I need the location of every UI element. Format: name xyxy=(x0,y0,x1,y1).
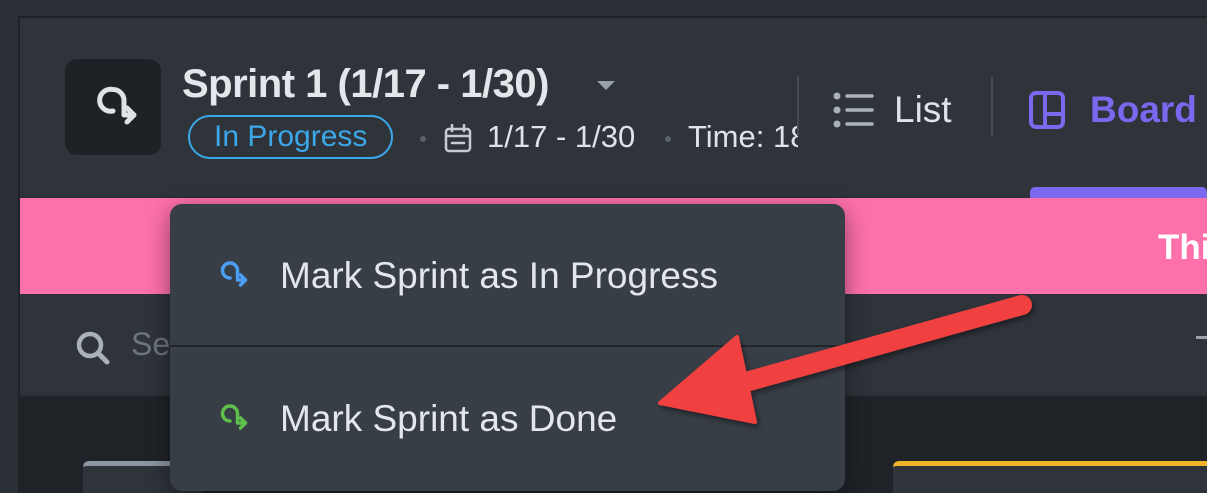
app-window: Sprint 1 (1/17 - 1/30) In Progress 1/17 … xyxy=(0,0,1207,493)
status-badge[interactable]: In Progress xyxy=(188,115,394,159)
chevron-down-icon[interactable] xyxy=(597,81,615,90)
view-tabs-divider xyxy=(991,76,993,136)
search-icon xyxy=(76,331,110,365)
top-bar xyxy=(0,0,1207,18)
calendar-icon xyxy=(444,124,472,153)
view-tab-board-label: Board xyxy=(1090,89,1197,130)
board-column-header[interactable] xyxy=(893,461,1207,493)
banner-text: Thi xyxy=(1158,228,1207,267)
sprint-done-icon xyxy=(220,404,248,430)
active-tab-indicator xyxy=(1030,187,1207,198)
separator-dot xyxy=(665,136,671,142)
separator-dot xyxy=(420,136,426,142)
menu-item-mark-done[interactable]: Mark Sprint as Done xyxy=(170,349,845,489)
time-tracked[interactable]: Time: 18 xyxy=(688,119,798,155)
sprint-title[interactable]: Sprint 1 (1/17 - 1/30) xyxy=(182,62,549,107)
menu-item-label: Mark Sprint as Done xyxy=(280,398,618,439)
list-icon xyxy=(833,92,874,128)
search-input[interactable]: Se xyxy=(131,326,175,370)
sprint-icon xyxy=(97,86,137,125)
sprint-dates[interactable]: 1/17 - 1/30 xyxy=(487,119,635,155)
sprint-avatar[interactable] xyxy=(65,59,161,155)
sprint-status-dropdown: Mark Sprint as In Progress Mark Sprint a… xyxy=(170,204,845,491)
menu-item-mark-in-progress[interactable]: Mark Sprint as In Progress xyxy=(170,206,845,346)
menu-item-label: Mark Sprint as In Progress xyxy=(280,255,718,296)
search-placeholder: Se xyxy=(131,326,171,362)
menu-divider xyxy=(170,345,845,347)
filter-icon[interactable] xyxy=(1196,336,1207,339)
board-icon xyxy=(1029,91,1065,129)
time-tracked-clip: Time: 18 xyxy=(688,119,798,163)
view-tab-board[interactable]: Board xyxy=(1028,86,1197,134)
sprint-in-progress-icon xyxy=(220,261,248,287)
left-sidebar-edge xyxy=(0,16,20,493)
view-tab-list[interactable]: List xyxy=(832,86,952,134)
view-tab-list-label: List xyxy=(894,89,952,130)
header-divider xyxy=(797,76,799,136)
